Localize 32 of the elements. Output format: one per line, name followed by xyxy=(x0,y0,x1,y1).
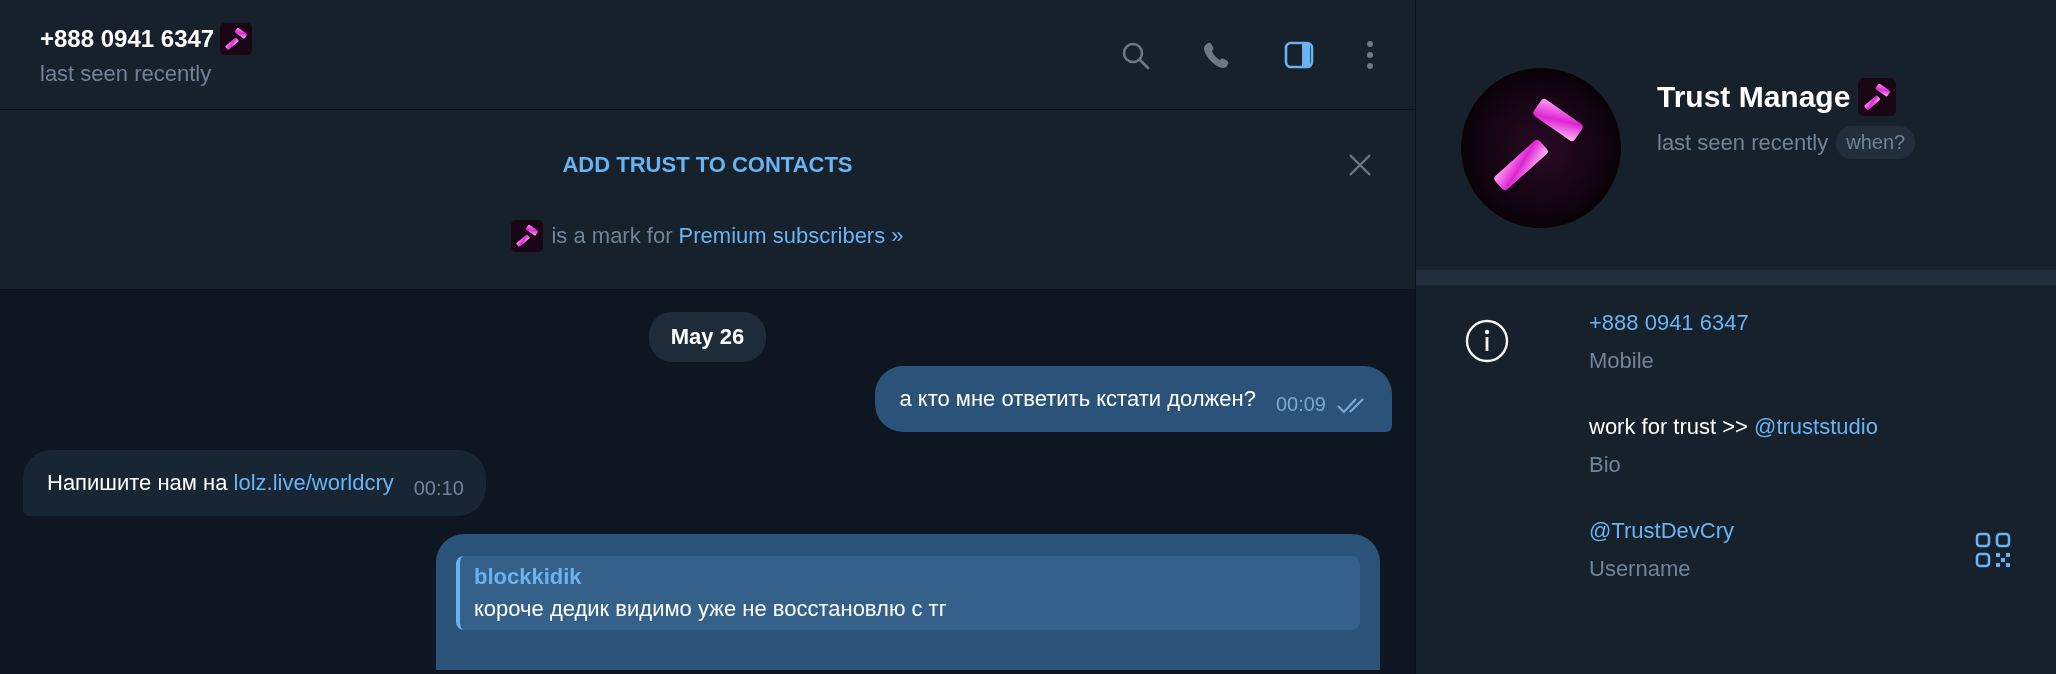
premium-note: is a mark for Premium subscribers » xyxy=(551,223,904,249)
bio-link[interactable]: @truststudio xyxy=(1754,414,1878,439)
more-button[interactable] xyxy=(1365,38,1375,71)
reply-author: blockkidik xyxy=(474,564,583,590)
info-icon xyxy=(1464,318,1510,364)
message-text: а кто мне ответить кстати должен? xyxy=(899,386,1256,412)
profile-name: Trust Manage xyxy=(1657,80,1851,114)
qr-code-button[interactable] xyxy=(1975,532,2011,568)
hammer-icon xyxy=(1858,78,1897,116)
more-icon xyxy=(1365,38,1375,71)
info-label: Bio xyxy=(1589,452,1622,478)
hammer-icon xyxy=(511,220,544,252)
message-text: Напишите нам на lolz.live/worldcry xyxy=(47,470,394,496)
add-contact-button[interactable]: ADD TRUST TO CONTACTS xyxy=(562,152,853,178)
message-time: 00:10 xyxy=(413,477,464,500)
chat-title: +888 0941 6347 xyxy=(40,24,215,53)
message-link[interactable]: lolz.live/worldcry xyxy=(233,470,394,495)
when-button[interactable]: when? xyxy=(1836,126,1916,159)
reply-text: короче дедик видимо уже не восстановлю с тг xyxy=(474,596,948,622)
hammer-icon xyxy=(220,22,253,55)
message-time: 00:09 xyxy=(1275,393,1326,416)
profile-status: last seen recently xyxy=(1657,129,1829,156)
premium-link[interactable]: Premium subscribers » xyxy=(678,223,904,248)
phone-number[interactable]: +888 0941 6347 xyxy=(1589,310,1900,336)
username[interactable]: @TrustDevCry xyxy=(1589,518,1900,544)
qr-code-icon xyxy=(1975,532,2011,568)
chat-status: last seen recently xyxy=(40,60,213,87)
info-label: Username xyxy=(1589,556,1692,582)
info-label: Mobile xyxy=(1589,348,1655,374)
bio-text: work for trust >> @truststudio xyxy=(1589,414,1879,440)
date-pill: May 26 xyxy=(648,312,767,362)
reply-quote[interactable]: blockkidik короче дедик видимо уже не восстановлю с тг xyxy=(456,556,1360,630)
